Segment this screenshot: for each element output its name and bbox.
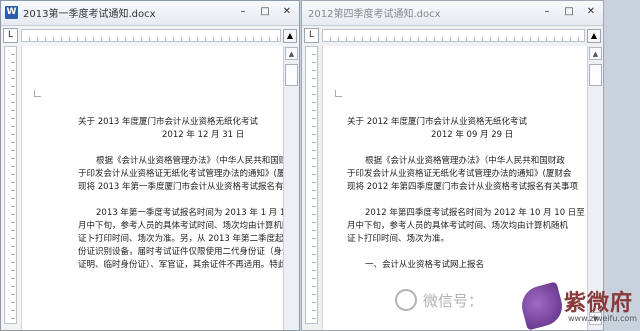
maximize-button[interactable]: □ [257,6,273,18]
tab-stop-selector[interactable]: L [3,28,18,43]
document-page[interactable]: 关于 2013 年度厦门市会计从业资格无纸化考试 2012 年 12 月 31 … [21,46,283,330]
minimize-button[interactable]: – [235,6,251,18]
doc-section-heading: 一、会计从业资格考试网上报名 [365,260,485,270]
document-body: 关于 2013 年度厦门市会计从业资格无纸化考试 2012 年 12 月 31 … [78,116,283,272]
margin-corner-mark [34,90,41,97]
doc-date: 2012 年 12 月 31 日 [162,130,245,140]
doc-paragraph-line: 证卜打印时间、场次为准。 [347,234,450,244]
view-ruler-toggle[interactable]: ▲ [587,29,601,43]
wechat-watermark: 微信号： [395,285,515,315]
brand-url: www.ziweifu.com [568,314,638,323]
doc-paragraph-line: 月中下旬，参考人员的具体考试时间、场次均由计算机随机 [347,221,569,231]
doc-heading: 关于 2012 年度厦门市会计从业资格无纸化考试 [347,117,528,127]
margin-corner-mark [335,90,342,97]
doc-paragraph-line: 根据《会计从业资格管理办法》（中华人民共和国财政 [365,156,565,166]
doc-paragraph-line: 证卜打印时间、场次为准。另，从 2013 年第二季度起，会 [78,234,283,244]
doc-paragraph-line: 2013 年第一季度考试报名时间为 2013 年 1 月 10 日至 [96,208,283,218]
vertical-ruler[interactable] [4,46,17,324]
title-bar[interactable]: 2012第四季度考试通知.docx – □ ✕ [302,1,603,26]
document-body: 关于 2012 年度厦门市会计从业资格无纸化考试 2012 年 09 月 29 … [347,116,587,272]
brand-logo: 紫微府 www.ziweifu.com [517,281,640,331]
minimize-button[interactable]: – [539,6,555,18]
scroll-up-arrow-icon[interactable]: ▲ [589,47,602,60]
horizontal-ruler[interactable] [21,29,281,42]
tab-stop-selector[interactable]: L [304,28,319,43]
close-button[interactable]: ✕ [279,6,295,18]
doc-paragraph-line: 份证识别设备，届时考试证件仅限使用二代身份证（身份证 [78,247,283,257]
window-title: 2013第一季度考试通知.docx [23,9,156,20]
scroll-thumb[interactable] [589,64,602,86]
doc-heading: 关于 2013 年度厦门市会计从业资格无纸化考试 [78,117,259,127]
doc-paragraph-line: 月中下旬，参考人员的具体考试时间、场次均由计算机随机 [78,221,283,231]
title-bar[interactable]: W 2013第一季度考试通知.docx – □ ✕ [1,1,299,26]
doc-paragraph-line: 于印发会计从业资格证无纸化考试管理办法的通知》(厦财会 [78,169,283,179]
maximize-button[interactable]: □ [561,6,577,18]
watermark-text: 微信号： [423,291,484,310]
scroll-up-arrow-icon[interactable]: ▲ [285,47,298,60]
doc-paragraph-line: 于印发会计从业资格证无纸化考试管理办法的通知》(厦财会 [347,169,572,179]
vertical-ruler[interactable] [305,46,318,324]
brand-name: 紫微府 [564,290,634,316]
doc-date: 2012 年 09 月 29 日 [431,130,514,140]
window-title: 2012第四季度考试通知.docx [308,9,441,20]
word-app-icon: W [5,6,18,19]
scroll-thumb[interactable] [285,64,298,86]
doc-paragraph-line: 根据《会计从业资格管理办法》（中华人民共和国财政 [96,156,283,166]
doc-paragraph-line: 现将 2013 年第一季度厦门市会计从业资格考试报名有关事 [78,182,283,192]
doc-paragraph-line: 2012 年第四季度考试报名时间为 2012 年 10 月 10 日至 [365,208,585,218]
view-ruler-toggle[interactable]: ▲ [283,29,297,43]
doc-paragraph-line: 现将 2012 年第四季度厦门市会计从业资格考试报名有关事项 [347,182,579,192]
close-button[interactable]: ✕ [583,6,599,18]
horizontal-ruler[interactable] [322,29,585,42]
document-window-2013[interactable]: W 2013第一季度考试通知.docx – □ ✕ L ▲ 关于 2013 年度… [0,0,300,331]
wechat-icon [395,289,417,311]
doc-paragraph-line: 证明、临时身份证）、军官证，其余证件不再适用。特此通 [78,260,283,270]
brand-emblem-icon [517,281,567,331]
vertical-scrollbar[interactable]: ▲ [283,46,299,330]
